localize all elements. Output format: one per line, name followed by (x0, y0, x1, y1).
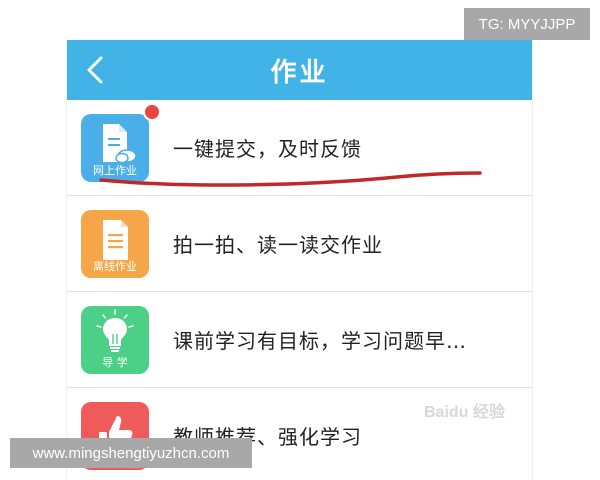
online-homework-icon-tile[interactable]: 网上作业 (81, 113, 149, 182)
offline-homework-icon-tile[interactable]: 离线作业 (81, 209, 149, 278)
watermark-bottom: www.mingshengtiyuzhcn.com (10, 438, 252, 468)
baidu-watermark: Baidu 经验 (424, 404, 505, 421)
page-title: 作业 (270, 57, 329, 88)
notification-badge (143, 103, 161, 121)
item-description: 课前学习有目标，学习问题早… (173, 329, 467, 353)
back-button[interactable] (75, 50, 115, 90)
list-item-guided-study[interactable]: 导 学 课前学习有目标，学习问题早… (67, 292, 532, 388)
app-bar: 作业 (67, 40, 532, 100)
list-item-offline-homework[interactable]: 离线作业 拍一拍、读一读交作业 (67, 196, 532, 292)
icon-caption: 离线作业 (93, 259, 137, 273)
item-description: 拍一拍、读一读交作业 (173, 233, 383, 257)
item-description: 一键提交，及时反馈 (173, 137, 362, 161)
homework-list: 网上作业 一键提交，及时反馈 离线作业 拍一拍、读一读交作业 导 学 课前学习有… (67, 100, 532, 480)
icon-caption: 网上作业 (93, 163, 137, 177)
icon-caption: 导 学 (102, 355, 128, 369)
watermark-top: TG: MYYJJPP (464, 8, 590, 40)
guided-study-icon-tile[interactable]: 导 学 (81, 305, 149, 374)
chevron-left-icon (87, 56, 103, 84)
list-item-online-homework[interactable]: 网上作业 一键提交，及时反馈 (67, 100, 532, 196)
